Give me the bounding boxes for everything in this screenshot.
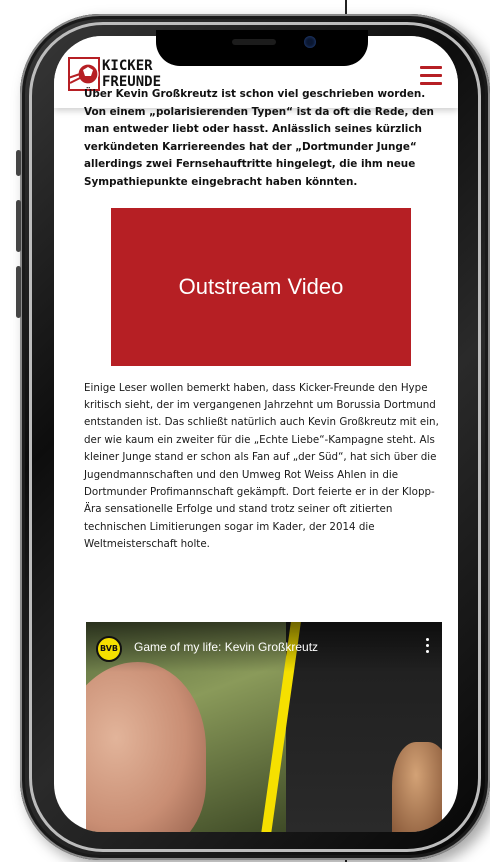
speaker-grille bbox=[232, 39, 276, 45]
phone-volume-up bbox=[16, 200, 21, 252]
front-camera-icon bbox=[304, 36, 316, 48]
phone-side-button bbox=[16, 150, 21, 176]
logo-line-1: KICKER bbox=[102, 58, 153, 74]
phone-screen: KICKER FREUNDE Über Kevin Großkreutz ist… bbox=[54, 36, 458, 832]
article-body: Einige Leser wollen bemerkt haben, dass … bbox=[84, 381, 439, 551]
video-title[interactable]: Game of my life: Kevin Großkreutz bbox=[134, 640, 318, 654]
article-content: Über Kevin Großkreutz ist schon viel ges… bbox=[84, 86, 440, 554]
hamburger-menu-icon[interactable] bbox=[420, 66, 442, 85]
youtube-embed[interactable]: BVB Game of my life: Kevin Großkreutz bbox=[86, 622, 442, 832]
phone-volume-down bbox=[16, 266, 21, 318]
outstream-video-label: Outstream Video bbox=[178, 273, 344, 299]
outstream-video-placeholder[interactable]: Outstream Video bbox=[111, 207, 411, 366]
video-thumbnail-player bbox=[392, 742, 442, 832]
phone-notch bbox=[156, 30, 368, 66]
article-intro: Über Kevin Großkreutz ist schon viel ges… bbox=[84, 88, 434, 188]
bvb-channel-badge[interactable]: BVB bbox=[96, 636, 122, 662]
more-vertical-icon[interactable] bbox=[426, 638, 430, 656]
